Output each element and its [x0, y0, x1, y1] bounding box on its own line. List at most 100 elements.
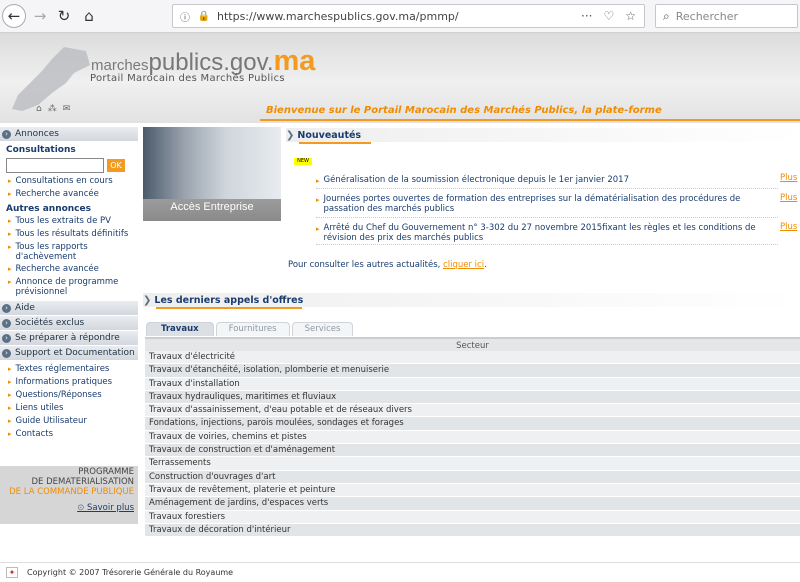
link-label: Textes réglementaires	[15, 364, 110, 374]
table-row[interactable]: Travaux forestiers	[145, 510, 800, 524]
table-row[interactable]: Fondations, injections, parois moulées, …	[145, 417, 800, 431]
info-icon[interactable]: ⓘ	[178, 9, 192, 24]
sidebar-link-recherche-avancee-2[interactable]: ▸ Recherche avancée	[0, 263, 138, 276]
arrow-right-icon: ▸	[8, 378, 12, 386]
new-badge: NEW	[294, 158, 312, 165]
sidebar-item-aide[interactable]: › Aide	[0, 301, 138, 316]
quick-search-input[interactable]	[6, 158, 104, 173]
sidebar-link-resultats[interactable]: ▸ Tous les résultats définitifs	[0, 228, 138, 241]
sidebar-link-programme[interactable]: ▸ Annonce de programme prévisionnel	[0, 276, 138, 298]
circle-arrow-icon: ›	[2, 129, 11, 139]
link-label: Tous les extraits de PV	[15, 216, 111, 226]
sidebar-link-extraits-pv[interactable]: ▸ Tous les extraits de PV	[0, 215, 138, 228]
table-row[interactable]: Travaux de construction et d'aménagement	[145, 444, 800, 458]
sidebar-link-informations[interactable]: ▸ Informations pratiques	[0, 376, 138, 389]
browser-search-box[interactable]: ⌕ Rechercher	[655, 4, 798, 28]
link-label: Tous les résultats définitifs	[15, 229, 129, 239]
sidebar-link-recherche-avancee[interactable]: ▸ Recherche avancée	[0, 188, 138, 201]
flag-icon: ✦	[6, 567, 18, 578]
consultations-search: OK	[0, 156, 138, 175]
sidebar-link-guide[interactable]: ▸ Guide Utilisateur	[0, 415, 138, 428]
sidebar-link-consultations-en-cours[interactable]: ▸ Consultations en cours	[0, 175, 138, 188]
tab-services[interactable]: Services	[291, 322, 354, 336]
table-row[interactable]: Travaux de revêtement, platerie et peint…	[145, 483, 800, 498]
table-row[interactable]: Travaux hydrauliques, maritimes et fluvi…	[145, 390, 800, 405]
lock-warning-icon[interactable]: 🔒	[197, 11, 211, 22]
sidebar-label: Annonces	[15, 129, 59, 139]
news-item-text: Généralisation de la soumission électron…	[323, 175, 629, 185]
home-button[interactable]: ⌂	[77, 4, 101, 28]
circle-arrow-icon: ›	[2, 333, 11, 343]
arrow-right-icon: ▸	[8, 417, 12, 425]
tab-travaux[interactable]: Travaux	[146, 322, 214, 336]
savoir-plus-link[interactable]: ⊙ Savoir plus	[0, 503, 134, 513]
consultations-title: Consultations	[6, 145, 76, 155]
sidebar-link-liens[interactable]: ▸ Liens utiles	[0, 402, 138, 415]
news-item-text: Arrêté du Chef du Gouvernement n° 3-302 …	[323, 223, 756, 243]
sidebar-item-support[interactable]: › Support et Documentation	[0, 346, 138, 361]
table-row[interactable]: Travaux de voiries, chemins et pistes	[145, 430, 800, 445]
sidebar-item-societes[interactable]: › Sociétés exclus	[0, 316, 138, 331]
table-row[interactable]: Construction d'ouvrages d'art	[145, 470, 800, 484]
search-icon: ⌕	[663, 8, 670, 23]
mail-icon[interactable]: ✉	[63, 104, 71, 114]
news-plus-link[interactable]: Plus	[780, 193, 797, 203]
cliquer-ici-link[interactable]: cliquer ici	[443, 260, 484, 270]
sidebar-label: Support et Documentation	[15, 348, 135, 358]
arrow-right-icon: ▸	[8, 217, 12, 225]
news-plus-link[interactable]: Plus	[780, 173, 797, 183]
news-section-title: ❯ Nouveautés	[286, 128, 800, 144]
arrow-right-icon: ▸	[8, 243, 12, 251]
autres-annonces-title: Autres annonces	[6, 204, 91, 214]
table-row[interactable]: Travaux d'installation	[145, 377, 800, 391]
sidebar-link-textes[interactable]: ▸ Textes réglementaires	[0, 363, 138, 376]
arrow-right-icon: ▸	[8, 404, 12, 412]
savoir-plus-label: Savoir plus	[87, 503, 134, 513]
office-photo	[143, 127, 281, 199]
sidebar: › Annonces Consultations OK ▸ Consultation…	[0, 127, 138, 557]
table-row[interactable]: Aménagement de jardins, d'espaces verts	[145, 497, 800, 511]
pocket-icon[interactable]: ♡	[603, 9, 614, 23]
sidebar-item-annonces[interactable]: › Annonces	[0, 127, 138, 142]
forward-button[interactable]: →	[28, 4, 52, 28]
sitemap-icon[interactable]: ⁂	[48, 104, 57, 114]
arrow-right-icon: ▸	[316, 177, 320, 185]
url-bar[interactable]: ⓘ 🔒 https://www.marchespublics.gov.ma/pm…	[172, 4, 645, 28]
news-footer-end: .	[484, 260, 487, 270]
circle-arrow-icon: ›	[2, 303, 11, 313]
news-item[interactable]: ▸ Journées portes ouvertes de formation d…	[316, 194, 778, 218]
table-row[interactable]: Travaux d'étanchéité, isolation, plomber…	[145, 364, 800, 378]
acces-entreprise-banner[interactable]: Accès Entreprise	[143, 127, 281, 221]
link-label: Contacts	[15, 429, 54, 439]
ok-button[interactable]: OK	[107, 159, 125, 172]
reload-button[interactable]: ↻	[52, 4, 76, 28]
link-label: Guide Utilisateur	[15, 416, 87, 426]
sidebar-link-questions[interactable]: ▸ Questions/Réponses	[0, 389, 138, 402]
column-header-secteur: Secteur	[145, 337, 800, 351]
table-row[interactable]: Terrassements	[145, 457, 800, 471]
news-item[interactable]: ▸ Arrêté du Chef du Gouvernement n° 3-302…	[316, 223, 778, 245]
news-plus-link[interactable]: Plus	[780, 222, 797, 232]
circle-arrow-icon: ⊙	[77, 503, 88, 513]
news-item[interactable]: ▸ Généralisation de la soumission électro…	[316, 175, 778, 189]
circle-arrow-icon: ›	[2, 318, 11, 328]
page-actions-icon[interactable]: ···	[581, 9, 592, 23]
table-row[interactable]: Travaux de décoration d'intérieur	[145, 523, 800, 538]
bookmark-star-icon[interactable]: ☆	[625, 9, 636, 23]
dematerialisation-promo[interactable]: PROGRAMME DE DEMATERIALISATION DE LA COM…	[0, 466, 138, 524]
arrow-right-icon: →	[33, 7, 47, 25]
back-button[interactable]: ←	[2, 4, 26, 28]
double-chevron-icon: ❯	[286, 129, 295, 141]
url-text[interactable]: https://www.marchespublics.gov.ma/pmmp/	[217, 10, 581, 23]
home-small-icon[interactable]: ⌂	[36, 104, 42, 114]
promo-line-2: DE DEMATERIALISATION	[31, 477, 134, 487]
table-row[interactable]: Travaux d'assainissement, d'eau potable …	[145, 404, 800, 418]
sidebar-link-rapports[interactable]: ▸ Tous les rapports d'achèvement	[0, 241, 138, 263]
sidebar-item-preparer[interactable]: › Se préparer à répondre	[0, 331, 138, 346]
link-label: Questions/Réponses	[15, 390, 102, 400]
tenders-table: Secteur Travaux d'électricité Travaux d'…	[145, 337, 800, 538]
search-placeholder: Rechercher	[675, 9, 739, 23]
tab-fournitures[interactable]: Fournitures	[215, 322, 290, 336]
copyright-text: Copyright © 2007 Trésorerie Générale du …	[27, 568, 234, 577]
sidebar-link-contacts[interactable]: ▸ Contacts	[0, 428, 138, 441]
